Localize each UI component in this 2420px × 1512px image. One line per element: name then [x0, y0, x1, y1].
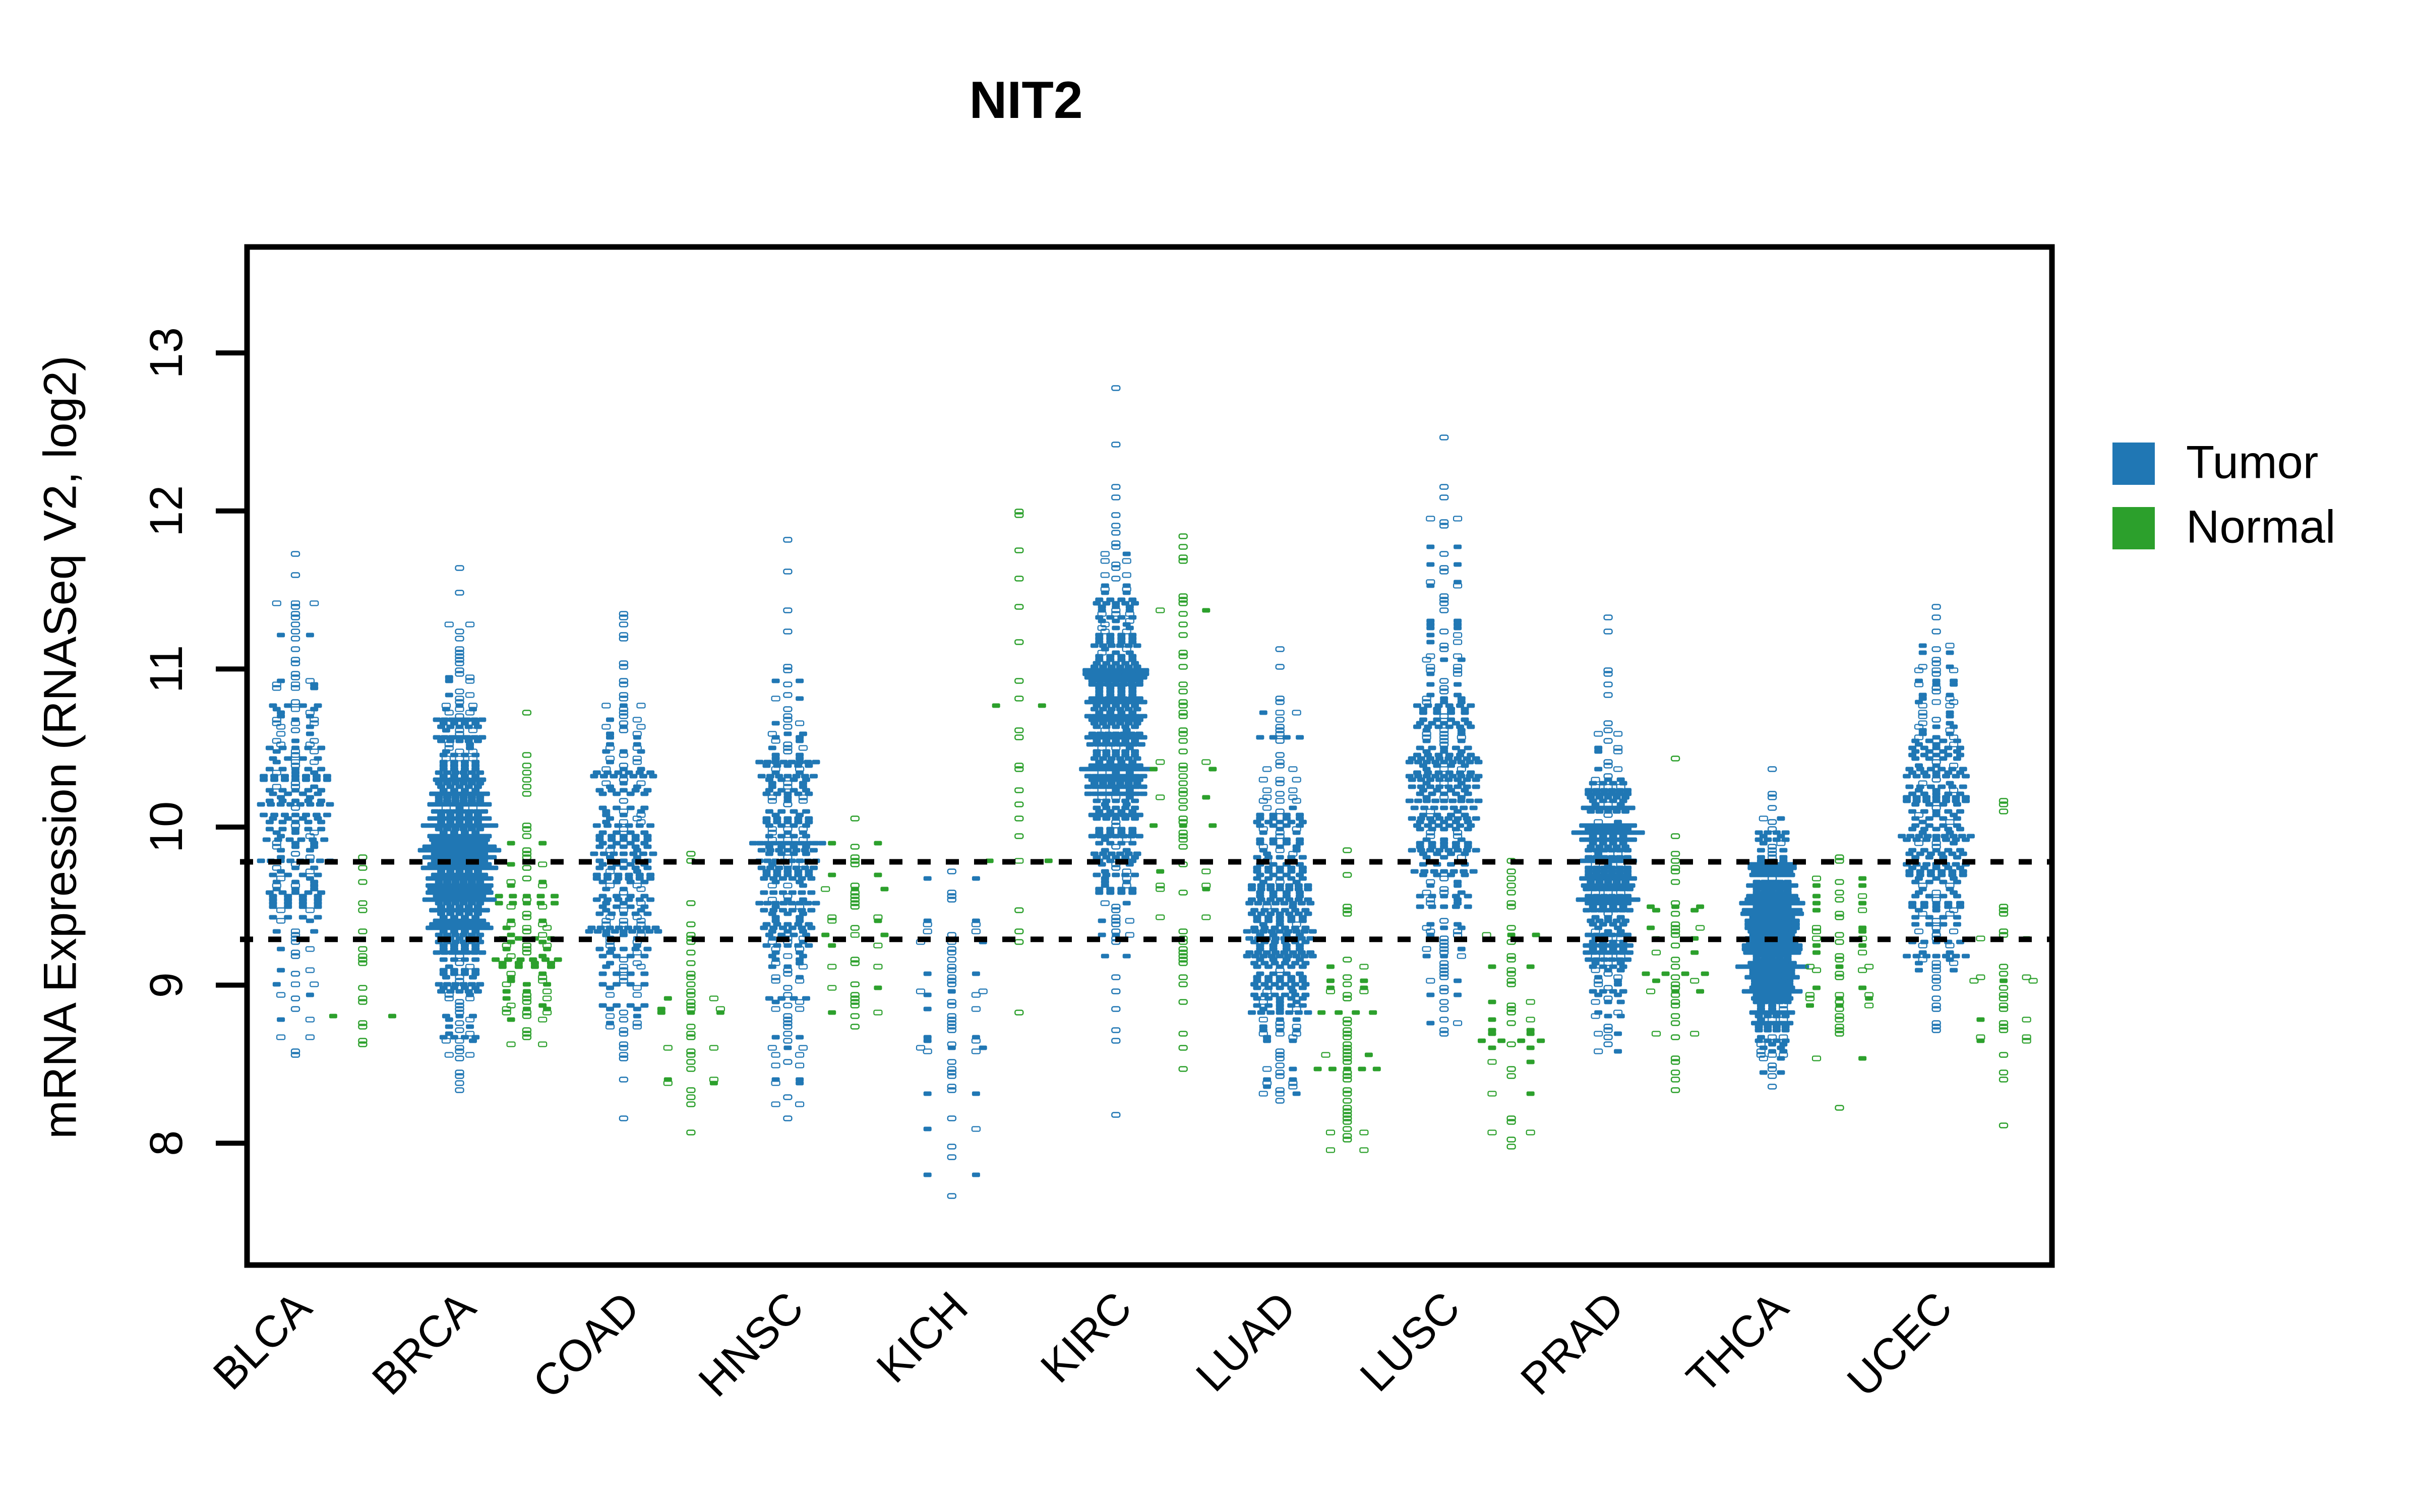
x-tick-label-COAD: COAD [523, 1282, 649, 1408]
group-normal-PRAD [1642, 755, 1709, 1093]
data-points-layer [257, 385, 2038, 1199]
y-tick-label-11: 11 [141, 645, 192, 694]
group-tumor-PRAD [1571, 614, 1645, 1054]
plot-frame [244, 244, 2055, 1268]
y-tick-label-8: 8 [141, 1130, 192, 1156]
group-tumor-KIRC [1079, 385, 1153, 1118]
y-tick-label-13: 13 [141, 327, 192, 379]
group-tumor-BRCA [417, 565, 502, 1093]
legend-swatch-tumor [2112, 443, 2155, 485]
x-tick-labels: BLCA BRCA COAD HNSC KICH KIRC LUAD LUSC PRAD THCA… [204, 1282, 1962, 1408]
x-tick-label-THCA: THCA [1677, 1282, 1798, 1403]
x-tick-label-KICH: KICH [867, 1282, 977, 1392]
group-normal-UCEC [1969, 798, 2038, 1128]
y-tick-label-9: 9 [141, 972, 192, 998]
group-tumor-COAD [585, 611, 662, 1121]
group-tumor-THCA [1735, 766, 1809, 1090]
legend-label-tumor: Tumor [2186, 436, 2318, 488]
group-tumor-KICH [916, 868, 988, 1199]
x-tick-label-KIRC: KIRC [1031, 1282, 1141, 1392]
group-tumor-HNSC [749, 537, 826, 1121]
group-normal-LUSC [1478, 858, 1545, 1150]
x-tick-label-LUAD: LUAD [1186, 1282, 1305, 1401]
legend: Tumor Normal [2112, 436, 2335, 552]
group-normal-HNSC [821, 815, 889, 1030]
group-normal-LUAD [1313, 847, 1381, 1153]
x-tick-label-HNSC: HNSC [689, 1282, 813, 1406]
x-tick-label-BRCA: BRCA [362, 1282, 485, 1404]
y-tick-label-10: 10 [141, 801, 192, 853]
group-normal-BRCA [492, 710, 562, 1047]
group-normal-KIRC [1150, 533, 1217, 1072]
x-tick-label-PRAD: PRAD [1511, 1282, 1634, 1404]
x-tick-label-UCEC: UCEC [1837, 1282, 1961, 1406]
group-normal-COAD [657, 851, 725, 1136]
chart-canvas: NIT2 mRNA Expression (RNASeq V2, log2) 8… [0, 0, 2420, 1512]
group-tumor-LUAD [1243, 646, 1317, 1104]
group-normal-THCA [1805, 854, 1874, 1111]
beeswarm-plot: 8 9 10 11 12 13 BLCA BRCA COAD HNSC KICH KIRC LUAD L… [141, 244, 2335, 1408]
group-tumor-LUSC [1405, 434, 1483, 1037]
x-tick-label-LUSC: LUSC [1350, 1282, 1469, 1401]
group-normal-BLCA [329, 854, 396, 1047]
x-tick-label-BLCA: BLCA [204, 1282, 321, 1399]
legend-label-normal: Normal [2186, 501, 2335, 552]
legend-swatch-normal [2112, 507, 2155, 549]
group-tumor-UCEC [1898, 604, 1975, 1033]
y-tick-labels: 8 9 10 11 12 13 [141, 327, 192, 1156]
y-tick-label-12: 12 [141, 485, 192, 537]
group-tumor-BLCA [257, 551, 334, 1058]
